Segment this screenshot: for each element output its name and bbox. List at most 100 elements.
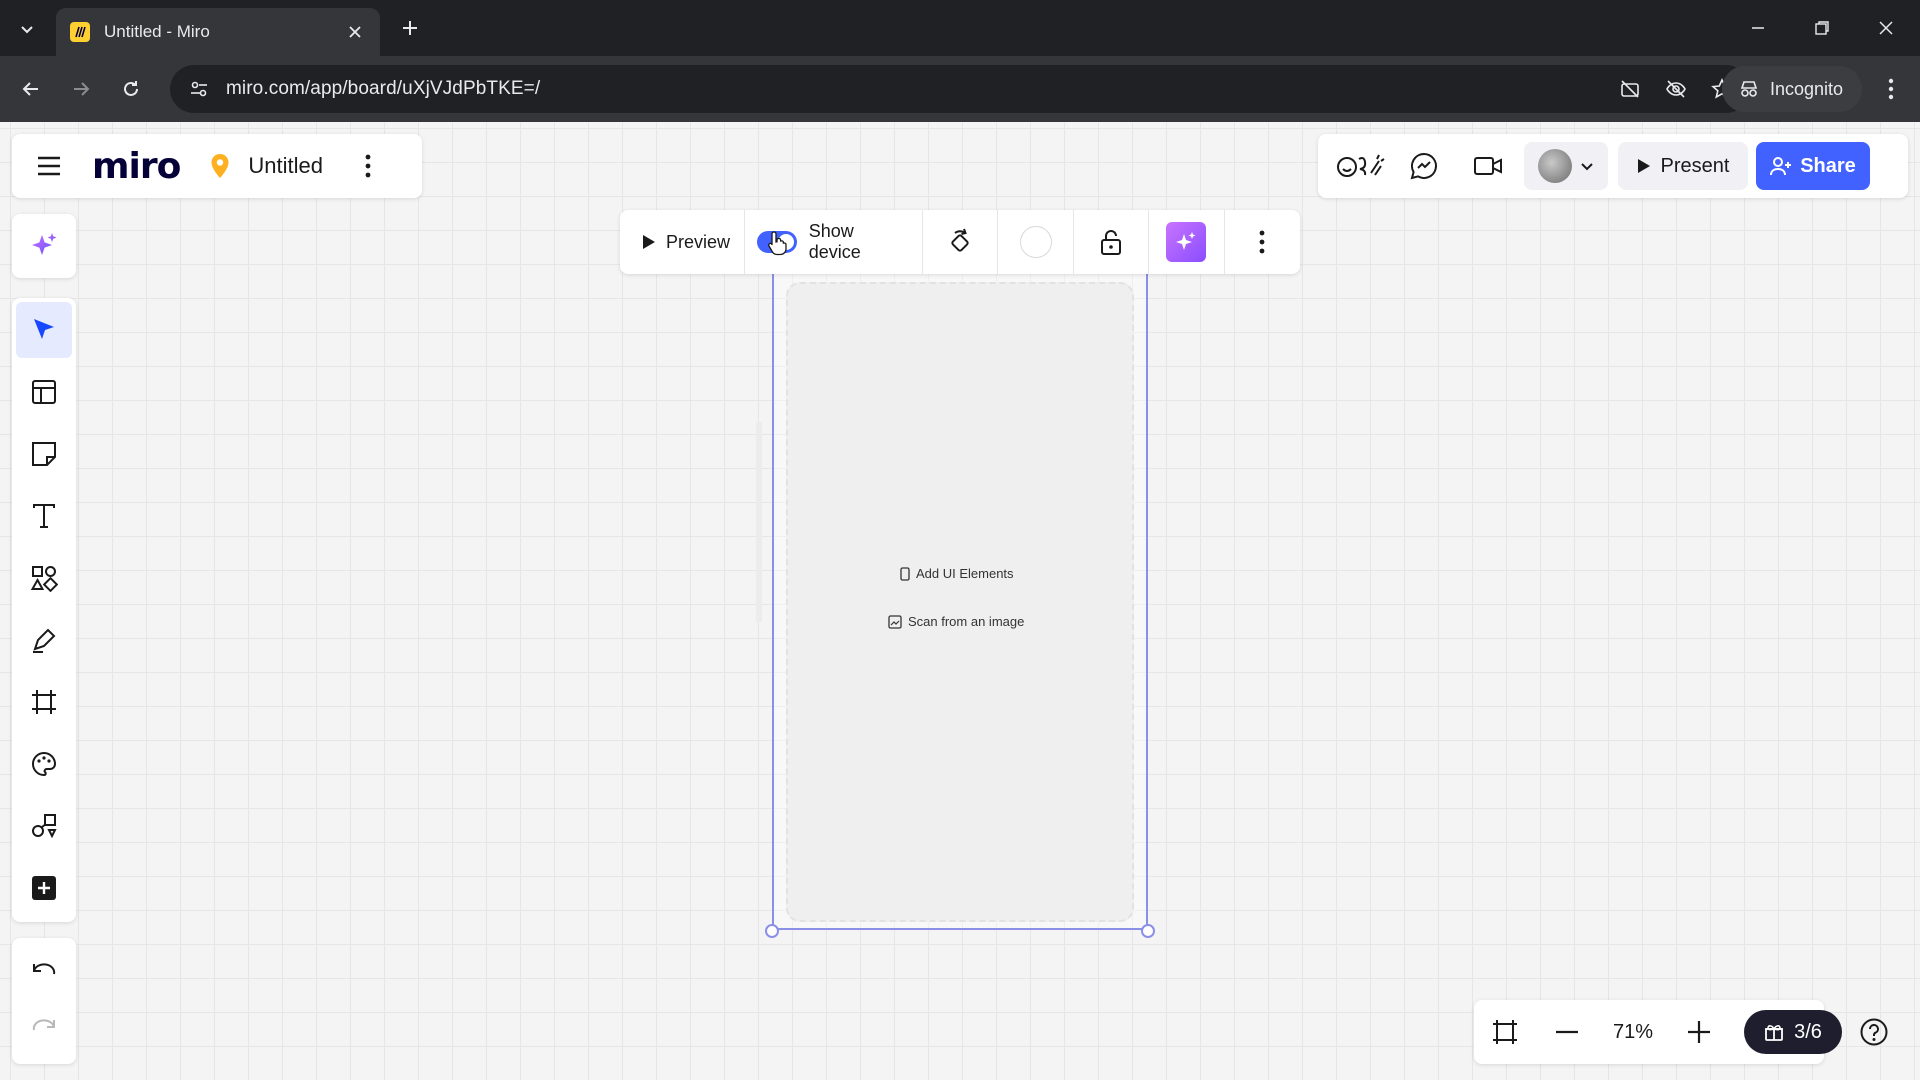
- add-ui-elements-button[interactable]: Add UI Elements: [900, 566, 1014, 581]
- incognito-icon: [1740, 81, 1758, 97]
- device-screen[interactable]: [786, 282, 1134, 922]
- plus-icon: [1688, 1021, 1710, 1043]
- back-button[interactable]: [14, 72, 48, 106]
- shapes-icon: [30, 566, 58, 592]
- sparkle-icon: [1166, 222, 1207, 262]
- miro-logo[interactable]: miro: [92, 146, 181, 187]
- phone-icon: [900, 566, 910, 581]
- close-icon: [1879, 21, 1893, 35]
- omnibox[interactable]: miro.com/app/board/uXjVJdPbTKE=/: [170, 65, 1750, 113]
- browser-tab-bar: Untitled - Miro: [0, 0, 1920, 56]
- forward-button[interactable]: [64, 72, 98, 106]
- board-canvas[interactable]: miro Untitled Present Share Add UI Eleme…: [0, 122, 1920, 1080]
- show-device-label: Show device: [808, 221, 861, 262]
- background-color-button[interactable]: [998, 210, 1074, 274]
- chat-bubble-icon: [1410, 152, 1437, 180]
- restore-icon: [1815, 21, 1829, 35]
- show-device-toggle[interactable]: Show device: [745, 210, 923, 274]
- board-header: miro Untitled: [12, 134, 422, 198]
- minimize-button[interactable]: [1734, 8, 1782, 48]
- shapes-tool[interactable]: [16, 550, 72, 606]
- present-label: Present: [1660, 154, 1730, 177]
- layout-template-icon: [32, 380, 56, 404]
- reactions-button[interactable]: [1332, 142, 1388, 190]
- minimize-icon: [1752, 27, 1764, 29]
- minus-icon: [1556, 1030, 1578, 1034]
- zoom-out-button[interactable]: [1536, 1004, 1598, 1060]
- board-options-button[interactable]: [353, 146, 383, 186]
- gift-icon: [1765, 1025, 1784, 1041]
- ai-generate-button[interactable]: [1149, 210, 1225, 274]
- tools-panel: [12, 298, 76, 922]
- reload-icon: [124, 81, 138, 96]
- undo-button[interactable]: [16, 944, 72, 1000]
- collaboration-header: Present Share: [1318, 134, 1908, 198]
- rotate-device-button[interactable]: [923, 210, 999, 274]
- user-add-icon: [1770, 157, 1792, 176]
- more-apps-tool[interactable]: [16, 860, 72, 916]
- camera-off-button[interactable]: [1612, 71, 1648, 107]
- tracking-protection-button[interactable]: [1658, 71, 1694, 107]
- resize-handle-bottom-left[interactable]: [765, 924, 779, 938]
- zoom-level[interactable]: 71%: [1598, 1021, 1668, 1044]
- select-tool[interactable]: [16, 302, 72, 358]
- diagram-tool[interactable]: [16, 798, 72, 854]
- image-scan-icon: [888, 614, 902, 629]
- scan-label: Scan from an image: [908, 614, 1025, 629]
- more-options-button[interactable]: [1225, 210, 1300, 274]
- video-camera-icon: [1474, 157, 1502, 175]
- rotate-icon: [951, 228, 969, 252]
- onboarding-progress-button[interactable]: 3/6: [1744, 1010, 1842, 1054]
- help-button[interactable]: [1852, 1010, 1896, 1054]
- chrome-menu-button[interactable]: [1874, 72, 1908, 106]
- new-tab-button[interactable]: [394, 12, 426, 44]
- palette-icon: [32, 751, 57, 777]
- comments-button[interactable]: [1396, 142, 1452, 190]
- incognito-label: Incognito: [1770, 78, 1844, 99]
- frame-tool[interactable]: [16, 674, 72, 730]
- sticky-note-tool[interactable]: [16, 426, 72, 482]
- frame-context-toolbar: Preview Show device: [620, 210, 1300, 274]
- fit-to-screen-button[interactable]: [1474, 1004, 1536, 1060]
- main-menu-button[interactable]: [24, 141, 74, 191]
- tune-icon: [191, 81, 207, 97]
- reload-button[interactable]: [114, 72, 148, 106]
- text-tool[interactable]: [16, 488, 72, 544]
- undo-icon: [33, 963, 56, 975]
- plus-icon: [403, 21, 417, 35]
- lock-button[interactable]: [1074, 210, 1150, 274]
- present-button[interactable]: Present: [1618, 142, 1748, 190]
- camera-off-icon: [1621, 80, 1639, 98]
- incognito-badge[interactable]: Incognito: [1722, 66, 1862, 112]
- frame-shadow: [756, 422, 762, 622]
- tab-close-button[interactable]: [344, 21, 366, 43]
- site-info-button[interactable]: [184, 74, 214, 104]
- scan-from-image-button[interactable]: Scan from an image: [888, 614, 1024, 629]
- tab-search-button[interactable]: [10, 12, 44, 46]
- chevron-down-icon: [1581, 163, 1593, 171]
- redo-icon: [32, 1019, 55, 1031]
- reactions-icon: [1337, 154, 1385, 177]
- fit-frame-icon: [1493, 1020, 1517, 1044]
- undo-redo-panel: [12, 938, 76, 1064]
- location-pin-icon[interactable]: [208, 152, 232, 180]
- resize-handle-bottom-right[interactable]: [1141, 924, 1155, 938]
- share-button[interactable]: Share: [1756, 142, 1870, 190]
- user-menu-button[interactable]: [1524, 142, 1608, 190]
- diagram-shapes-icon: [32, 814, 57, 839]
- preview-button[interactable]: Preview: [620, 210, 746, 274]
- redo-button[interactable]: [16, 1000, 72, 1056]
- close-window-button[interactable]: [1862, 8, 1910, 48]
- templates-tool[interactable]: [16, 364, 72, 420]
- unlock-icon: [1100, 230, 1121, 255]
- restore-button[interactable]: [1798, 8, 1846, 48]
- emoji-stickers-tool[interactable]: [16, 736, 72, 792]
- zoom-in-button[interactable]: [1668, 1004, 1730, 1060]
- pen-tool[interactable]: [16, 612, 72, 668]
- url-text[interactable]: miro.com/app/board/uXjVJdPbTKE=/: [226, 78, 1612, 100]
- board-title[interactable]: Untitled: [248, 153, 323, 179]
- ai-assistant-button[interactable]: [16, 218, 72, 274]
- browser-tab[interactable]: Untitled - Miro: [56, 8, 380, 56]
- video-call-button[interactable]: [1460, 142, 1516, 190]
- share-label: Share: [1800, 154, 1856, 177]
